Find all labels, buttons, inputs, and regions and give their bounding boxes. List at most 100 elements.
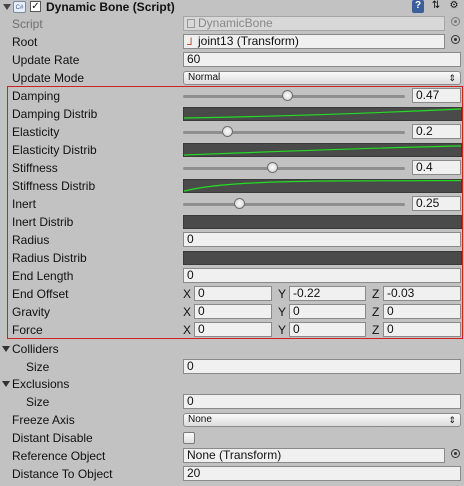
force-z-field[interactable]: 0 [383, 322, 461, 337]
root-field[interactable]: ⅃ joint13 (Transform) [183, 34, 445, 49]
distance-to-object-field[interactable]: 20 [183, 466, 461, 481]
distant-disable-row: Distant Disable [0, 429, 464, 447]
freeze-axis-dropdown[interactable]: None ⇕ [183, 413, 461, 427]
distance-to-object-row: Distance To Object 20 [0, 465, 464, 483]
foldout-arrow-icon[interactable] [3, 4, 11, 10]
update-rate-row: Update Rate 60 [0, 51, 464, 69]
help-icon[interactable]: ? [412, 0, 424, 13]
gravity-label: Gravity [12, 305, 51, 319]
freeze-axis-value: None [188, 414, 212, 425]
preset-settings-icon[interactable]: ⇅ [430, 0, 442, 13]
object-picker-icon[interactable] [451, 35, 460, 44]
end-length-label: End Length [12, 269, 74, 283]
z-axis-label: Z [372, 287, 380, 301]
end-offset-y-field[interactable]: -0.22 [289, 286, 366, 301]
script-value: DynamicBone [198, 16, 273, 30]
script-icon: C# [13, 1, 26, 13]
end-offset-z-field[interactable]: -0.03 [383, 286, 461, 301]
z-axis-label: Z [372, 323, 380, 337]
component-header: C# ✓ Dynamic Bone (Script) ? ⇅ ⚙ [0, 0, 464, 15]
object-picker-icon[interactable] [451, 17, 460, 26]
gravity-y-field[interactable]: 0 [289, 304, 366, 319]
update-mode-value: Normal [188, 72, 221, 83]
script-file-icon [187, 19, 195, 28]
damping-distrib-row: Damping Distrib [0, 105, 464, 123]
elasticity-distrib-label: Elasticity Distrib [12, 143, 97, 157]
distant-disable-checkbox[interactable] [183, 432, 195, 444]
colliders-foldout-icon[interactable] [2, 346, 10, 352]
object-picker-icon[interactable] [451, 449, 460, 458]
elasticity-value[interactable]: 0.2 [412, 124, 461, 139]
damping-value[interactable]: 0.47 [412, 88, 461, 103]
freeze-axis-row: Freeze Axis None ⇕ [0, 411, 464, 429]
colliders-size-label: Size [26, 360, 50, 374]
radius-distrib-curve[interactable] [183, 251, 462, 265]
root-row: Root ⅃ joint13 (Transform) [0, 33, 464, 51]
reference-object-label: Reference Object [12, 449, 106, 463]
stiffness-distrib-label: Stiffness Distrib [12, 179, 96, 193]
update-rate-label: Update Rate [12, 53, 80, 67]
elasticity-slider-thumb[interactable] [222, 126, 234, 137]
y-axis-label: Y [278, 323, 287, 337]
stiffness-slider-track[interactable] [183, 167, 405, 170]
stiffness-label: Stiffness [12, 161, 58, 175]
dropdown-arrow-icon: ⇕ [448, 73, 456, 83]
damping-distrib-curve[interactable] [183, 107, 462, 121]
radius-label: Radius [12, 233, 50, 247]
transform-icon: ⅃ [187, 37, 193, 48]
inert-slider-thumb[interactable] [233, 198, 245, 209]
reference-object-field[interactable]: None (Transform) [183, 448, 445, 463]
root-label: Root [12, 35, 38, 49]
update-mode-dropdown[interactable]: Normal ⇕ [183, 71, 461, 85]
damping-slider-track[interactable] [183, 95, 405, 98]
elasticity-row: Elasticity 0.2 [0, 123, 464, 141]
x-axis-label: X [183, 305, 192, 319]
force-y-field[interactable]: 0 [289, 322, 366, 337]
inert-distrib-curve[interactable] [183, 215, 462, 229]
colliders-size-row: Size 0 [0, 358, 464, 376]
end-offset-x-field[interactable]: 0 [194, 286, 272, 301]
gravity-z-field[interactable]: 0 [383, 304, 461, 319]
radius-row: Radius 0 [0, 231, 464, 249]
distant-disable-label: Distant Disable [12, 431, 93, 445]
elasticity-distrib-curve[interactable] [183, 143, 462, 157]
y-axis-label: Y [278, 305, 287, 319]
exclusions-size-field[interactable]: 0 [183, 394, 461, 409]
stiffness-distrib-curve[interactable] [183, 179, 462, 193]
damping-distrib-label: Damping Distrib [12, 107, 98, 121]
component-title: Dynamic Bone (Script) [46, 0, 175, 14]
gear-icon[interactable]: ⚙ [448, 0, 460, 13]
inert-label: Inert [12, 197, 37, 211]
colliders-label: Colliders [12, 342, 59, 356]
dropdown-arrow-icon: ⇕ [448, 415, 456, 425]
colliders-row[interactable]: Colliders [0, 340, 464, 358]
force-x-field[interactable]: 0 [194, 322, 272, 337]
exclusions-row[interactable]: Exclusions [0, 375, 464, 393]
exclusions-foldout-icon[interactable] [2, 381, 10, 387]
update-mode-label: Update Mode [12, 71, 85, 85]
stiffness-slider-thumb[interactable] [266, 162, 278, 173]
inert-slider-track[interactable] [183, 203, 405, 206]
inert-value[interactable]: 0.25 [412, 196, 461, 211]
end-length-field[interactable]: 0 [183, 268, 461, 283]
stiffness-row: Stiffness 0.4 [0, 159, 464, 177]
elasticity-distrib-row: Elasticity Distrib [0, 141, 464, 159]
exclusions-size-row: Size 0 [0, 393, 464, 411]
inert-distrib-label: Inert Distrib [12, 215, 74, 229]
y-axis-label: Y [278, 287, 287, 301]
damping-slider-thumb[interactable] [282, 90, 294, 101]
stiffness-value[interactable]: 0.4 [412, 160, 461, 175]
colliders-size-field[interactable]: 0 [183, 359, 461, 374]
inert-distrib-row: Inert Distrib [0, 213, 464, 231]
radius-field[interactable]: 0 [183, 232, 461, 247]
update-rate-field[interactable]: 60 [183, 52, 461, 67]
elasticity-slider-track[interactable] [183, 131, 405, 134]
script-field[interactable]: DynamicBone [183, 16, 445, 31]
gravity-x-field[interactable]: 0 [194, 304, 272, 319]
distance-to-object-label: Distance To Object [12, 467, 113, 481]
component-enabled-checkbox[interactable]: ✓ [30, 1, 41, 12]
end-length-row: End Length 0 [0, 267, 464, 285]
exclusions-size-label: Size [26, 395, 50, 409]
radius-distrib-label: Radius Distrib [12, 251, 87, 265]
exclusions-label: Exclusions [12, 377, 70, 391]
